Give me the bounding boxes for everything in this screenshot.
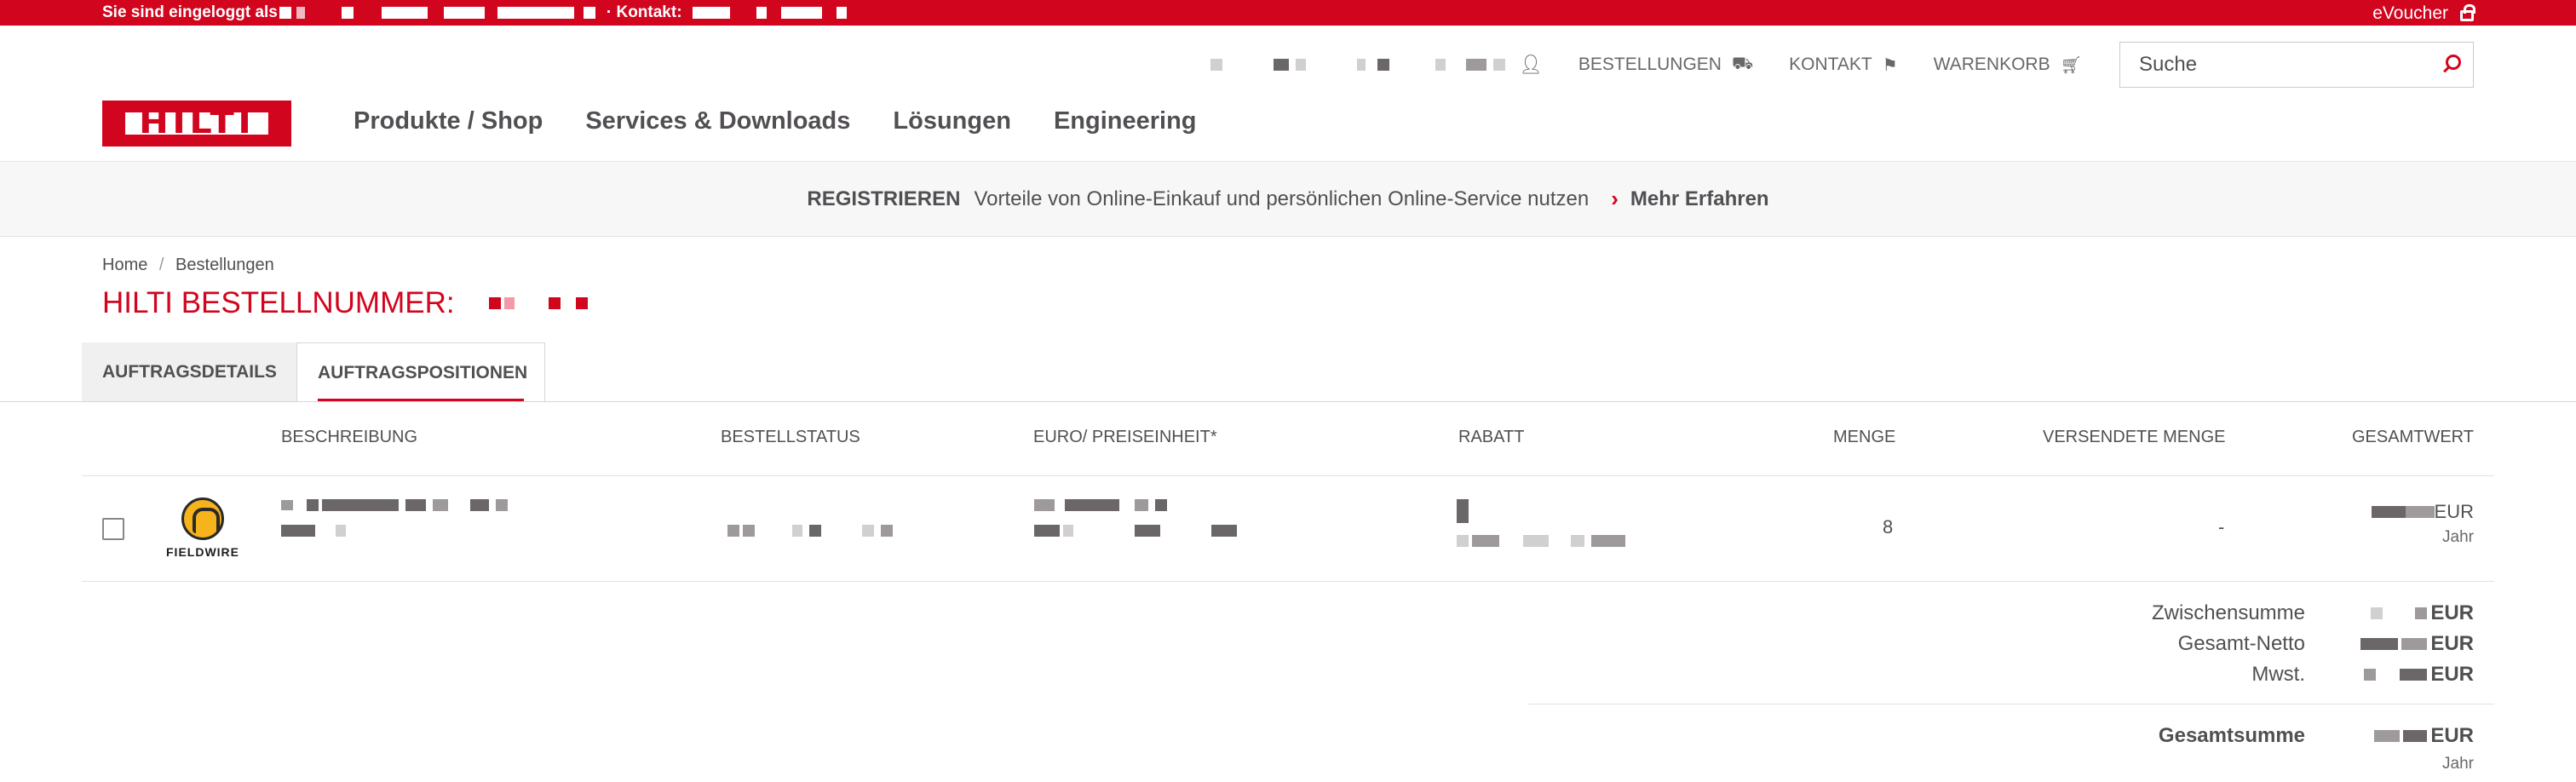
banner-text: Vorteile von Online-Einkauf und persönli… — [974, 187, 1590, 210]
breadcrumb-separator: / — [158, 256, 164, 274]
grand-total-period: Jahr — [2442, 755, 2474, 773]
vat-label: Mwst. — [2251, 663, 2305, 686]
redacted-text — [583, 7, 595, 19]
redacted-text — [341, 7, 354, 19]
redacted-text — [836, 7, 847, 19]
truck-icon: ⛟ — [1731, 54, 1754, 73]
evoucher-label: eVoucher — [2372, 3, 2448, 23]
chevron-right-icon: › — [1611, 186, 1619, 211]
net-total-value: EUR — [2357, 632, 2474, 656]
search-box — [2119, 42, 2474, 88]
shipped-cell: - — [2218, 516, 2225, 538]
cart-link[interactable]: WARENKORB 🛒︎ — [1934, 55, 2082, 76]
orders-label: BESTELLUNGEN — [1578, 55, 1722, 74]
redacted-text — [780, 7, 822, 19]
redacted-text — [1356, 59, 1366, 71]
redacted-text — [296, 7, 305, 19]
order-number-label: HILTI BESTELLNUMMER: — [102, 286, 455, 319]
net-total-label: Gesamt-Netto — [2177, 632, 2305, 655]
col-total: GESAMTWERT — [2352, 428, 2474, 446]
row-checkbox[interactable] — [102, 518, 124, 540]
nav-item-solutions[interactable]: Lösungen — [893, 107, 1011, 135]
brand-label: FIELDWIRE — [166, 545, 239, 559]
evoucher-link[interactable]: eVoucher — [2372, 3, 2475, 24]
account-menu[interactable]: 👤︎ — [1207, 54, 1543, 76]
tab-divider — [0, 401, 2576, 402]
row-divider — [82, 581, 2494, 582]
hilti-logo[interactable]: HILTI — [102, 101, 291, 147]
col-quantity: MENGE — [1833, 428, 1896, 446]
redacted-text — [1465, 59, 1486, 71]
nav-item-services[interactable]: Services & Downloads — [585, 107, 850, 135]
top-bar: Sie sind eingeloggt als · Kontakt: eVouc… — [0, 0, 2576, 26]
redacted-text — [692, 7, 730, 19]
total-currency: EUR — [2434, 501, 2474, 522]
login-info: Sie sind eingeloggt als · Kontakt: — [102, 3, 849, 22]
register-banner: REGISTRIEREN Vorteile von Online-Einkauf… — [0, 162, 2576, 237]
logo-text: HILTI — [124, 108, 269, 139]
redacted-text — [756, 7, 767, 19]
redacted-text — [443, 7, 485, 19]
total-period: Jahr — [2442, 528, 2474, 546]
logged-in-label: Sie sind eingeloggt als — [102, 3, 278, 21]
grand-total-label: Gesamtsumme — [2158, 724, 2305, 747]
tab-order-details[interactable]: AUFTRAGSDETAILS — [82, 342, 296, 402]
col-description: BESCHREIBUNG — [281, 428, 418, 446]
site-header: 👤︎ BESTELLUNGEN ⛟ KONTAKT ⚑ WARENKORB 🛒︎… — [0, 26, 2576, 162]
total-cell: EUR Jahr — [2371, 501, 2474, 547]
redacted-text — [1492, 59, 1505, 71]
fieldwire-icon — [181, 497, 224, 540]
status-cell — [727, 525, 896, 537]
col-discount: RABATT — [1458, 428, 1525, 446]
table-header-divider — [82, 475, 2494, 476]
breadcrumb-home[interactable]: Home — [102, 256, 147, 274]
contact-label: KONTAKT — [1789, 55, 1872, 74]
redacted-text — [381, 7, 428, 19]
learn-more-link[interactable]: Mehr Erfahren — [1630, 187, 1769, 211]
discount-cell — [1457, 499, 1629, 547]
redacted-text — [1273, 59, 1289, 71]
col-status: BESTELLSTATUS — [721, 428, 860, 446]
redacted-text — [1377, 59, 1389, 71]
cart-icon: 🛒︎ — [2060, 55, 2082, 75]
search-input[interactable] — [2120, 53, 2427, 77]
breadcrumb-orders[interactable]: Bestellungen — [175, 256, 274, 274]
unit-price-cell — [1034, 499, 1240, 537]
redacted-text — [1435, 59, 1446, 71]
breadcrumb: Home / Bestellungen — [102, 256, 274, 275]
quantity-cell: 8 — [1883, 516, 1894, 538]
redacted-text — [279, 7, 291, 19]
order-number-value — [488, 297, 591, 309]
contact-link[interactable]: KONTAKT ⚑ — [1789, 55, 1898, 76]
col-shipped: VERSENDETE MENGE — [2043, 428, 2226, 446]
redacted-text — [1210, 59, 1222, 71]
orders-link[interactable]: BESTELLUNGEN ⛟ — [1578, 55, 1753, 76]
subtotal-label: Zwischensumme — [2151, 601, 2305, 624]
col-unit-price: EURO/ PREISEINHEIT* — [1033, 428, 1217, 446]
lock-icon — [2460, 3, 2475, 21]
nav-item-products[interactable]: Produkte / Shop — [354, 107, 543, 135]
utility-nav: 👤︎ BESTELLUNGEN ⛟ KONTAKT ⚑ WARENKORB 🛒︎ — [1207, 41, 2474, 89]
cart-label: WARENKORB — [1933, 55, 2050, 74]
nav-item-engineering[interactable]: Engineering — [1054, 107, 1197, 135]
redacted-text — [1295, 59, 1306, 71]
page-title: HILTI BESTELLNUMMER: — [102, 286, 591, 320]
search-icon[interactable] — [2446, 55, 2461, 70]
tab-order-positions[interactable]: AUFTRAGSPOSITIONEN — [296, 342, 545, 402]
redacted-text — [497, 7, 574, 19]
main-nav: Produkte / Shop Services & Downloads Lös… — [354, 107, 1239, 135]
contact-label: · Kontakt: — [606, 3, 682, 21]
grand-total-value: EUR Jahr — [2371, 724, 2474, 773]
fieldwire-logo: FIELDWIRE — [164, 497, 241, 559]
description-cell[interactable] — [281, 499, 511, 537]
subtotal-value: EUR — [2367, 601, 2474, 625]
user-icon: 👤︎ — [1518, 54, 1543, 75]
order-tabs: AUFTRAGSDETAILS AUFTRAGSPOSITIONEN — [82, 342, 545, 402]
register-label[interactable]: REGISTRIEREN — [807, 187, 960, 211]
flag-icon: ⚑ — [1882, 55, 1898, 75]
vat-value: EUR — [2360, 663, 2474, 687]
